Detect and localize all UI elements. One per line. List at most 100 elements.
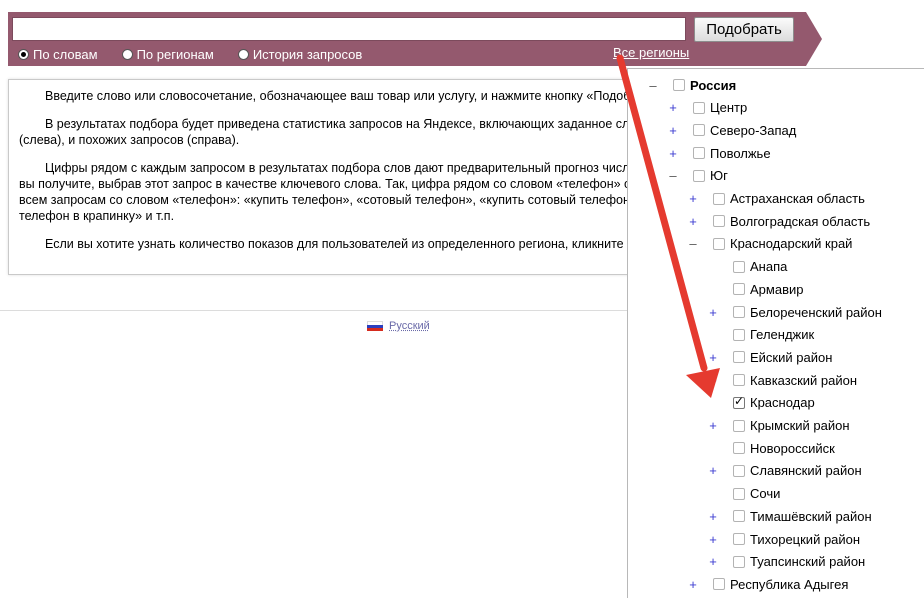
footer-divider bbox=[0, 310, 630, 311]
tree-row[interactable]: Геленджик bbox=[628, 325, 924, 345]
checkbox-icon[interactable] bbox=[693, 124, 705, 137]
checkbox-icon[interactable] bbox=[733, 306, 745, 318]
tree-row-label: Волгоградская область bbox=[730, 213, 871, 229]
tree-row[interactable]: Армавир bbox=[628, 279, 924, 299]
expand-icon[interactable]: + bbox=[707, 418, 719, 433]
expand-icon[interactable]: + bbox=[707, 509, 719, 524]
language-label[interactable]: Русский bbox=[389, 320, 430, 332]
mode-history-label: История запросов bbox=[252, 46, 363, 62]
expand-icon[interactable]: + bbox=[667, 123, 679, 138]
expand-icon[interactable]: + bbox=[707, 305, 719, 320]
checkbox-icon[interactable] bbox=[713, 578, 725, 591]
tree-row-label: Тимашёвский район bbox=[750, 508, 872, 524]
description-paragraph: всем запросам со словом «телефон»: «купи… bbox=[19, 193, 640, 207]
tree-row[interactable]: Краснодар bbox=[628, 393, 924, 413]
tree-row-label: Крымский район bbox=[750, 418, 850, 433]
expand-icon[interactable]: + bbox=[707, 463, 719, 478]
tree-row[interactable]: + Ейский район bbox=[628, 347, 924, 367]
checkbox-icon[interactable] bbox=[673, 79, 685, 91]
checkbox-icon[interactable] bbox=[733, 555, 745, 568]
tree-row[interactable]: Новороссийск bbox=[628, 438, 924, 458]
radio-icon[interactable] bbox=[237, 48, 249, 60]
tree-row[interactable]: + Поволжье bbox=[628, 143, 924, 163]
regions-tree-panel: – Россия + Центр + Северо-Запад + Поволжье – Юг + А… bbox=[627, 68, 924, 598]
tree-row-label: Армавир bbox=[750, 281, 804, 297]
tree-row[interactable]: Сочи bbox=[628, 484, 924, 504]
checkbox-icon[interactable] bbox=[733, 328, 745, 341]
tree-row[interactable]: + Волгоградская область bbox=[628, 211, 924, 231]
tree-row[interactable]: + Тимашёвский район bbox=[628, 506, 924, 526]
expand-icon[interactable]: + bbox=[707, 373, 719, 388]
tree-row[interactable]: + Астраханская область bbox=[628, 189, 924, 209]
description-box: Введите слово или словосочетание, обозна… bbox=[8, 79, 640, 275]
tree-row-label: Сочи bbox=[750, 486, 781, 502]
russia-flag-icon bbox=[367, 320, 383, 332]
radio-icon[interactable] bbox=[18, 48, 29, 60]
tree-row[interactable]: – Россия bbox=[628, 75, 924, 95]
checkbox-icon[interactable] bbox=[733, 394, 745, 409]
checkbox-icon[interactable] bbox=[733, 464, 745, 477]
tree-row-label: Ейский район bbox=[750, 349, 833, 365]
tree-row[interactable]: – Юг bbox=[628, 166, 924, 186]
tree-row[interactable]: + Крымский район bbox=[628, 416, 924, 436]
search-button[interactable]: Подобрать bbox=[694, 17, 794, 42]
tree-row[interactable]: + Туапсинский район bbox=[628, 552, 924, 572]
radio-icon[interactable] bbox=[121, 48, 133, 60]
expand-icon[interactable]: + bbox=[687, 191, 699, 206]
expand-icon[interactable]: + bbox=[707, 554, 719, 569]
collapse-icon[interactable]: – bbox=[647, 78, 659, 93]
mode-by-regions[interactable]: По регионам bbox=[121, 47, 214, 62]
tree-row[interactable]: + Тихорецкий район bbox=[628, 529, 924, 549]
checkbox-icon[interactable] bbox=[713, 237, 725, 250]
checkbox-icon[interactable] bbox=[733, 283, 745, 296]
checkbox-icon[interactable] bbox=[713, 192, 725, 205]
expand-icon[interactable]: + bbox=[667, 146, 679, 161]
checkbox-icon[interactable] bbox=[733, 442, 745, 455]
tree-row-label: Новороссийск bbox=[750, 440, 835, 456]
mode-by-words[interactable]: По словам bbox=[18, 47, 98, 62]
checkbox-icon[interactable] bbox=[733, 351, 745, 364]
language-switcher[interactable]: Русский bbox=[367, 320, 430, 332]
checkbox-icon[interactable] bbox=[693, 169, 705, 182]
tree-row[interactable]: + Республика Адыгея bbox=[628, 574, 924, 594]
tree-row-label: Славянский район bbox=[750, 463, 862, 479]
tree-row-label: Тихорецкий район bbox=[750, 531, 861, 547]
checkbox-icon[interactable] bbox=[733, 374, 745, 387]
tree-row-label: Центр bbox=[710, 100, 748, 116]
tree-row[interactable]: + Кавказский район bbox=[628, 370, 924, 390]
description-paragraph: В результатах подбора будет приведена ст… bbox=[45, 117, 640, 131]
search-bar: Подобрать По словам По регионам История … bbox=[8, 12, 806, 66]
checkbox-icon[interactable] bbox=[693, 101, 705, 114]
tree-row[interactable]: + Центр bbox=[628, 98, 924, 118]
collapse-icon[interactable]: – bbox=[687, 236, 699, 251]
tree-row[interactable]: + Славянский район bbox=[628, 461, 924, 481]
expand-icon[interactable]: + bbox=[687, 214, 699, 229]
tree-row-label: Белореченский район bbox=[750, 304, 882, 320]
mode-history[interactable]: История запросов bbox=[237, 46, 363, 62]
expand-icon[interactable]: + bbox=[687, 577, 699, 592]
tree-row[interactable]: – Краснодарский край bbox=[628, 234, 924, 254]
checkbox-icon[interactable] bbox=[733, 419, 745, 432]
expand-icon[interactable]: + bbox=[667, 100, 679, 115]
search-mode-group: По словам По регионам История запросов bbox=[18, 45, 386, 63]
tree-row[interactable]: + Северо-Запад bbox=[628, 120, 924, 140]
description-paragraph: (слева), и похожих запросов (справа). bbox=[19, 133, 240, 147]
search-input[interactable] bbox=[12, 17, 686, 41]
expand-icon[interactable]: + bbox=[707, 532, 719, 547]
description-paragraph: Цифры рядом с каждым запросом в результа… bbox=[45, 161, 639, 175]
tree-row-label: Анапа bbox=[750, 259, 788, 275]
search-bar-arrow-shape bbox=[806, 12, 822, 66]
checkbox-icon[interactable] bbox=[733, 487, 745, 500]
all-regions-link[interactable]: Все регионы bbox=[613, 45, 689, 60]
checkbox-icon[interactable] bbox=[713, 215, 725, 228]
collapse-icon[interactable]: – bbox=[667, 168, 679, 183]
checkbox-icon[interactable] bbox=[733, 260, 745, 273]
checkbox-icon[interactable] bbox=[733, 533, 745, 545]
checkbox-icon[interactable] bbox=[693, 147, 705, 160]
expand-icon[interactable]: + bbox=[707, 350, 719, 365]
description-paragraph: телефон в крапинку» и т.п. bbox=[19, 209, 175, 223]
tree-row[interactable]: + Белореченский район bbox=[628, 302, 924, 322]
tree-row-label: Краснодар bbox=[750, 395, 815, 411]
tree-row[interactable]: Анапа bbox=[628, 257, 924, 277]
checkbox-icon[interactable] bbox=[733, 510, 745, 523]
